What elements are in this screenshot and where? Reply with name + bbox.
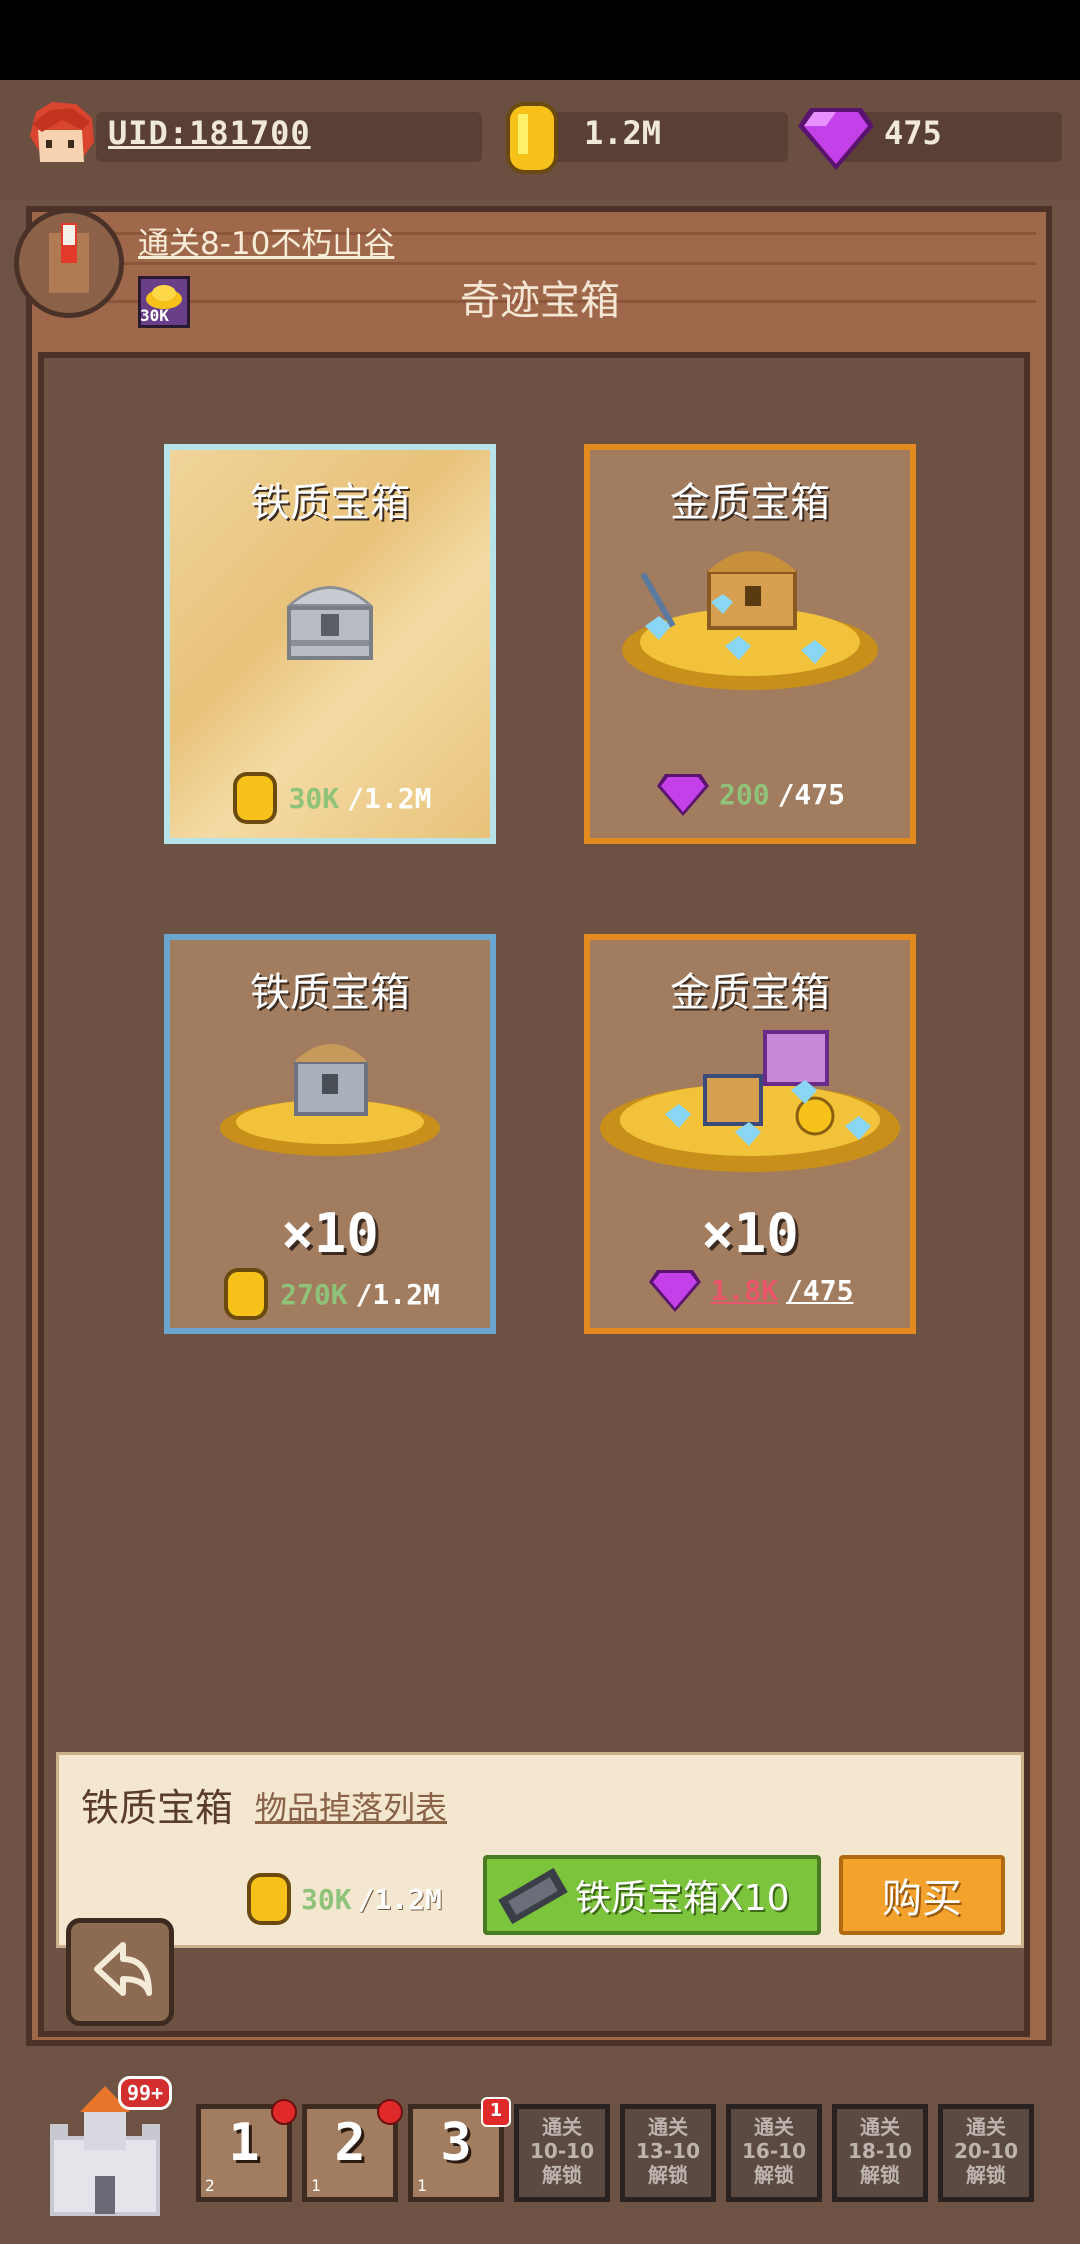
price-cost: 200 [718, 777, 770, 811]
locked-slot[interactable]: 通关 10-10 解锁 [514, 2104, 610, 2202]
card-title: 铁质宝箱 [250, 480, 410, 526]
price-owned: /475 [777, 777, 845, 811]
info-title: 铁质宝箱 [81, 1786, 234, 1830]
chest-info-panel: 铁质宝箱 物品掉落列表 30K/1.2M 铁质宝箱X10 购买 [56, 1752, 1024, 1948]
info-price: 30K/1.2M [243, 1871, 442, 1927]
slot-count: 1 [311, 2176, 321, 2195]
notification-dot [271, 2099, 297, 2125]
card-price: 30K/1.2M [170, 770, 490, 826]
locked-slot[interactable]: 通关 13-10 解锁 [620, 2104, 716, 2202]
quest-text[interactable]: 通关8-10不朽山谷 [138, 218, 394, 263]
card-title: 铁质宝箱 [250, 970, 410, 1016]
gold-chest-pile-icon [600, 1030, 900, 1172]
iron-chest-ticket-button[interactable]: 铁质宝箱X10 [483, 1855, 821, 1935]
price-owned: /1.2M [347, 781, 432, 815]
slot-count: 1 [417, 2176, 427, 2195]
back-arrow-icon [94, 1942, 152, 1996]
notification-dot [377, 2099, 403, 2125]
iron-chest-pile-icon [220, 1044, 440, 1156]
buy-button[interactable]: 购买 [839, 1855, 1005, 1935]
gem-icon [656, 774, 709, 816]
ticket-button-label: 铁质宝箱X10 [575, 1878, 790, 1919]
card-multiplier: ×10 [281, 1202, 379, 1265]
notification-badge: 1 [481, 2097, 511, 2127]
gem-icon [648, 1270, 701, 1312]
slot-number: 2 [334, 2113, 366, 2173]
price-owned: /1.2M [355, 1277, 440, 1311]
card-price: 270K/1.2M [170, 1266, 490, 1322]
gold-chest-x10-card[interactable]: 金质宝箱 ×10 1.8K/475 [584, 934, 916, 1334]
lock-label: 通关 13-10 解锁 [636, 2115, 700, 2187]
ticket-icon [498, 1867, 568, 1925]
card-price: 200/475 [590, 770, 910, 818]
team-slot-3[interactable]: 3 1 1 [408, 2097, 511, 2202]
coin-icon [506, 102, 558, 174]
iron-chest-x10-card[interactable]: 铁质宝箱 ×10 270K/1.2M [164, 934, 496, 1334]
card-price: 1.8K/475 [590, 1266, 910, 1314]
price-cost: 1.8K [710, 1273, 778, 1307]
price-cost: 30K [301, 1882, 352, 1916]
coin-amount: 1.2M [584, 114, 662, 152]
uid-text[interactable]: UID:181700 [108, 114, 311, 152]
coin-icon [232, 772, 277, 824]
lock-label: 通关 10-10 解锁 [530, 2115, 594, 2187]
card-multiplier: ×10 [701, 1202, 799, 1265]
price-owned: /1.2M [357, 1882, 442, 1916]
coin-icon [224, 1268, 269, 1320]
gold-chest-card[interactable]: 金质宝箱 200/475 [584, 444, 916, 844]
buy-button-label: 购买 [882, 1876, 962, 1922]
locked-slot[interactable]: 通关 16-10 解锁 [726, 2104, 822, 2202]
card-title: 金质宝箱 [670, 480, 830, 526]
coin-icon [247, 1873, 291, 1925]
team-slot-2[interactable]: 2 1 [302, 2099, 403, 2202]
lock-label: 通关 18-10 解锁 [848, 2115, 912, 2187]
price-cost: 30K [288, 781, 340, 815]
lock-label: 通关 16-10 解锁 [742, 2115, 806, 2187]
castle-notification-badge: 99+ [118, 2076, 173, 2110]
game-screen: UID:181700 1.2M 475 通关8-10不朽山谷 30K 奇迹宝箱 … [0, 0, 1080, 2244]
player-avatar[interactable] [22, 96, 100, 176]
locked-slot[interactable]: 通关 18-10 解锁 [832, 2104, 928, 2202]
gold-chest-icon [622, 551, 878, 690]
gem-icon [798, 108, 874, 170]
status-bar [0, 0, 1080, 80]
drop-list-link[interactable]: 物品掉落列表 [255, 1783, 447, 1829]
iron-chest-card[interactable]: 铁质宝箱 30K/1.2M [164, 444, 496, 844]
back-button[interactable] [66, 1918, 174, 2026]
locked-slot[interactable]: 通关 20-10 解锁 [938, 2104, 1034, 2202]
slot-count: 2 [205, 2176, 215, 2195]
price-owned: /475 [786, 1273, 854, 1307]
lock-label: 通关 20-10 解锁 [954, 2115, 1018, 2187]
slot-number: 1 [228, 2113, 260, 2173]
price-cost: 270K [280, 1277, 348, 1311]
page-title: 奇迹宝箱 [460, 278, 620, 324]
iron-chest-icon [287, 586, 373, 660]
team-slot-1[interactable]: 1 2 [196, 2099, 297, 2202]
gem-amount: 475 [884, 114, 942, 152]
